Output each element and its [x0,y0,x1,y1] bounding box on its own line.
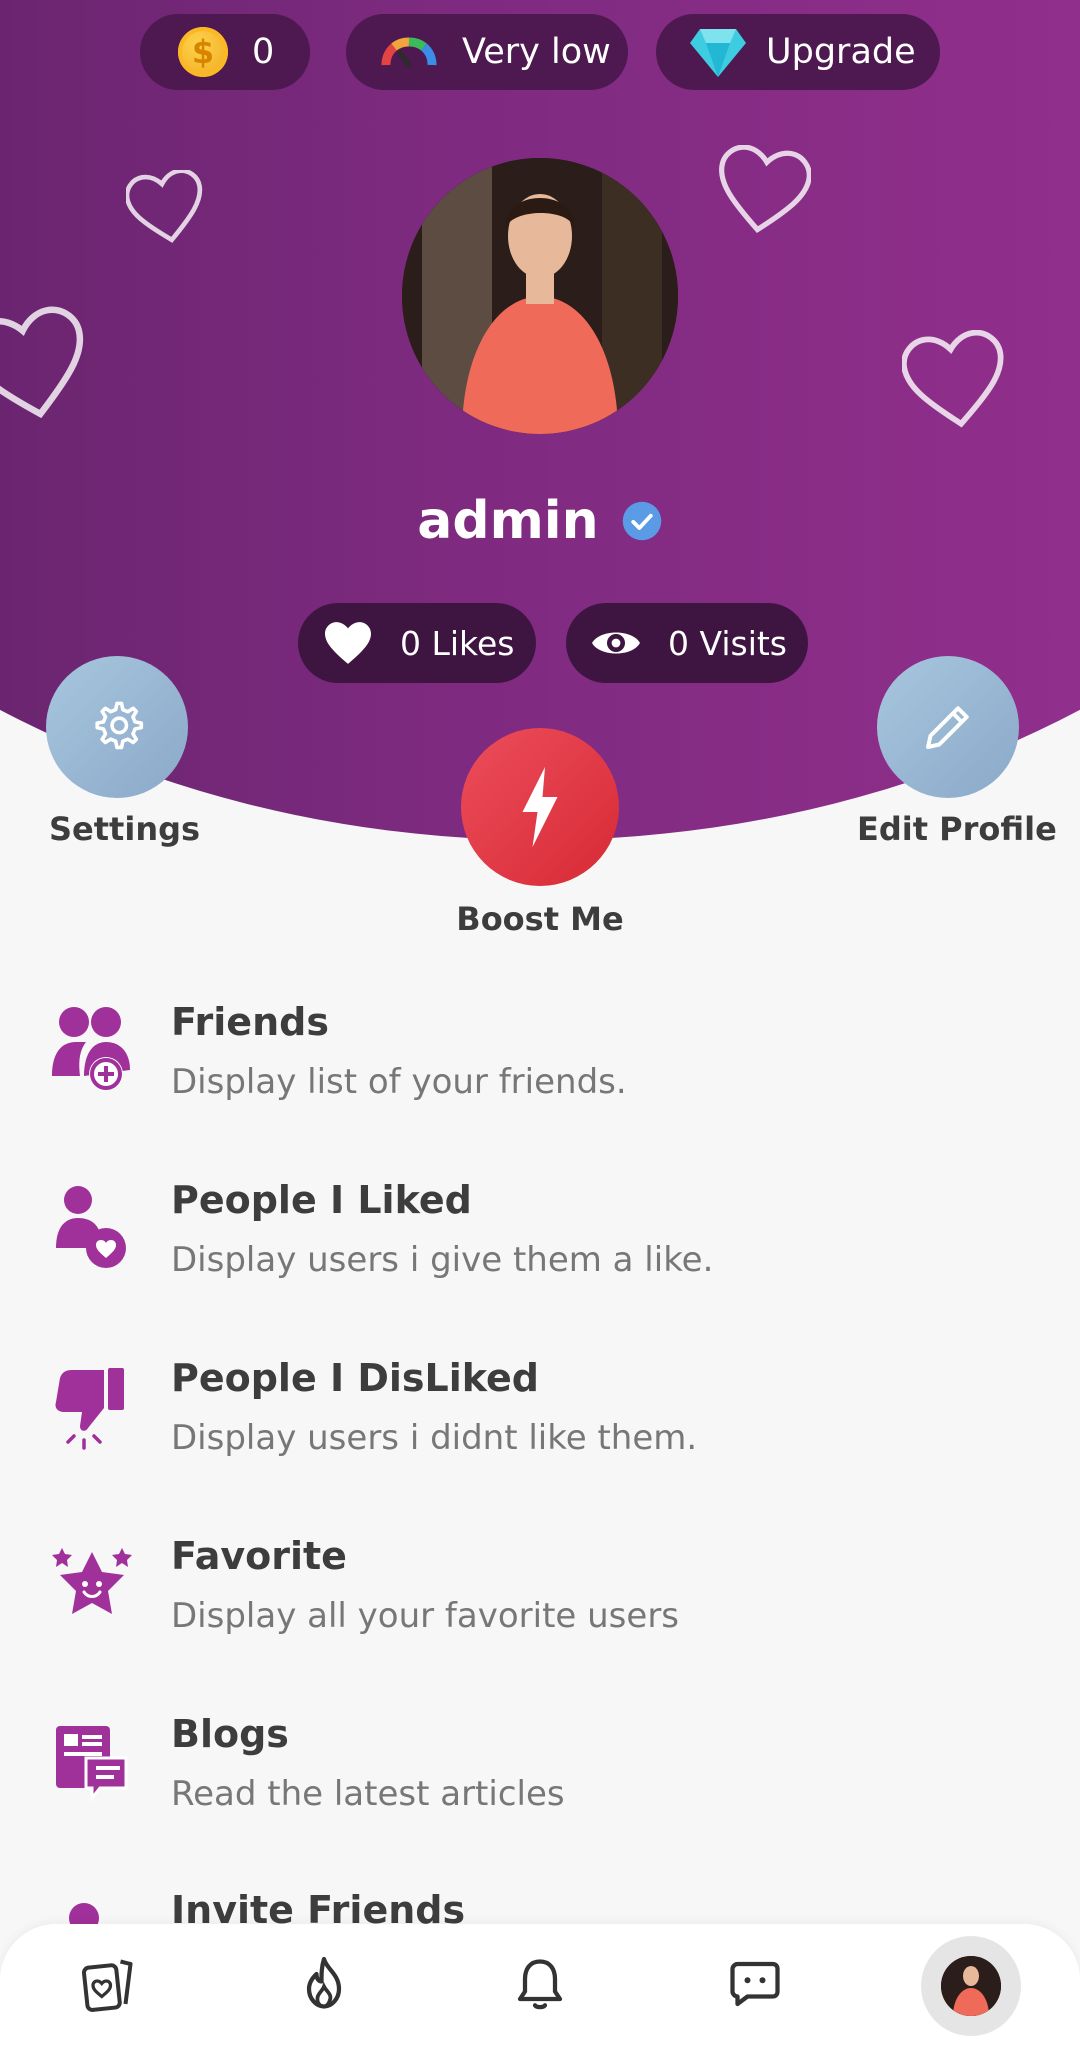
menu-title: Blogs [171,1712,289,1756]
pencil-icon [926,706,969,749]
blog-icon [56,1726,128,1803]
bell-icon[interactable] [510,1954,570,2014]
gauge-icon [381,37,437,68]
edit-profile-button[interactable] [877,656,1019,798]
menu-desc: Read the latest articles [171,1774,565,1814]
menu-desc: Display users i didnt like them. [171,1418,698,1458]
settings-button[interactable] [46,656,188,798]
menu-item-blogs[interactable]: Blogs Read the latest articles [0,1712,1080,1862]
user-heart-icon [56,1186,126,1268]
likes-pill[interactable]: 0 Likes [298,603,536,683]
coins-count: 0 [252,32,275,72]
visits-pill[interactable]: 0 Visits [566,603,808,683]
edit-profile-label: Edit Profile [857,810,1057,848]
coins-pill[interactable]: $ 0 [140,14,310,90]
menu-item-friends[interactable]: Friends Display list of your friends. [0,1000,1080,1150]
menu-item-people-disliked[interactable]: People I DisLiked Display users i didnt … [0,1356,1080,1506]
boost-button[interactable] [461,728,619,886]
profile-tab[interactable] [921,1936,1021,2036]
cards-icon[interactable] [78,1954,138,2014]
profile-avatar-small [941,1956,1001,2016]
heart-outline-icon [902,330,1004,428]
verified-badge-icon [622,501,661,541]
visits-count: 0 Visits [668,623,787,663]
lightning-icon [522,767,558,847]
fire-icon[interactable] [294,1954,354,2014]
menu-title: Friends [171,1000,329,1044]
profile-avatar[interactable] [402,158,678,434]
diamond-icon [690,29,746,77]
menu-item-people-liked[interactable]: People I Liked Display users i give them… [0,1178,1080,1328]
menu-title: Favorite [171,1534,347,1578]
friends-add-icon [52,1007,130,1091]
eye-icon [592,632,640,654]
heart-outline-icon [719,145,811,234]
thumbs-down-icon [55,1368,124,1450]
coin-icon: $ [178,27,228,77]
username-row: admin [0,488,1080,551]
boost-label: Boost Me [456,900,624,938]
heart-outline-icon [0,306,84,419]
menu-desc: Display users i give them a like. [171,1240,714,1280]
menu-item-favorite[interactable]: Favorite Display all your favorite users [0,1534,1080,1684]
settings-label: Settings [49,810,201,848]
upgrade-button[interactable]: Upgrade [656,14,940,90]
menu-title: People I Liked [171,1178,472,1222]
popularity-pill[interactable]: Very low [346,14,628,90]
heart-outline-icon [126,170,203,243]
chat-icon[interactable] [725,1954,785,2014]
menu-desc: Display all your favorite users [171,1596,680,1636]
username: admin [417,491,599,551]
heart-icon [325,622,371,664]
popularity-label: Very low [462,32,611,72]
gear-icon [95,701,144,750]
bottom-nav [0,1924,1080,2045]
menu-desc: Display list of your friends. [171,1062,627,1102]
star-face-icon [52,1548,132,1614]
upgrade-label: Upgrade [766,32,916,72]
likes-count: 0 Likes [400,623,515,663]
menu-title: People I DisLiked [171,1356,539,1400]
